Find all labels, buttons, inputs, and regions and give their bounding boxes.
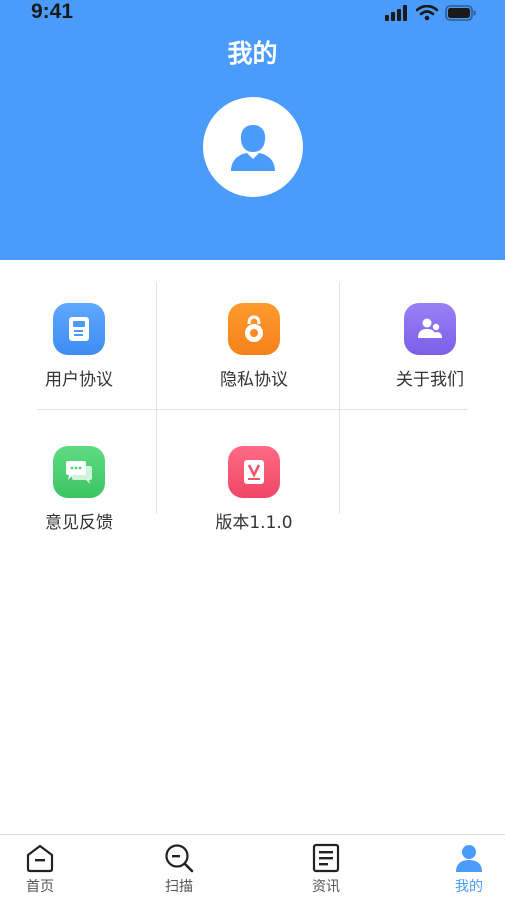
profile-header: 9:41 我的 xyxy=(0,0,505,260)
tab-label: 我的 xyxy=(455,879,483,895)
tab-label: 扫描 xyxy=(165,879,193,895)
grid-item-feedback[interactable]: 意见反馈 xyxy=(19,446,139,533)
grid-item-label: 版本1.1.0 xyxy=(215,513,293,533)
grid-item-user-agreement[interactable]: 用户协议 xyxy=(19,303,139,390)
profile-icon xyxy=(456,845,482,872)
status-bar: 9:41 xyxy=(0,0,505,28)
grid-item-version[interactable]: 版本1.1.0 xyxy=(194,446,314,533)
page-title: 我的 xyxy=(227,39,278,68)
grid-item-privacy-agreement[interactable]: 隐私协议 xyxy=(194,303,314,390)
version-icon-tile xyxy=(228,446,280,498)
scan-icon xyxy=(165,844,194,873)
home-icon xyxy=(26,844,54,873)
divider xyxy=(156,282,157,514)
document-icon xyxy=(69,317,89,341)
grid-item-label: 用户协议 xyxy=(45,370,113,390)
about-icon-tile xyxy=(404,303,456,355)
status-icons xyxy=(385,5,477,21)
feature-grid: 用户协议 隐私协议 关于我们 意见反馈 版本1.1.0 xyxy=(0,282,505,533)
grid-item-label: 意见反馈 xyxy=(45,513,113,533)
tab-bar: 首页 扫描 资讯 我的 xyxy=(0,834,505,900)
feedback-icon-tile xyxy=(53,446,105,498)
tab-label: 首页 xyxy=(26,879,54,895)
user-agreement-icon-tile xyxy=(53,303,105,355)
status-time: 9:41 xyxy=(31,0,74,23)
news-icon xyxy=(312,843,340,873)
people-icon xyxy=(418,318,442,338)
signal-icon xyxy=(385,5,407,21)
divider xyxy=(37,409,468,410)
tab-home[interactable]: 首页 xyxy=(0,843,80,896)
privacy-lock-icon xyxy=(245,315,263,342)
tab-profile[interactable]: 我的 xyxy=(429,843,505,896)
tab-label: 资讯 xyxy=(312,879,340,895)
grid-item-label: 隐私协议 xyxy=(220,370,288,390)
tab-news[interactable]: 资讯 xyxy=(286,843,366,896)
divider xyxy=(339,282,340,514)
grid-item-about-us[interactable]: 关于我们 xyxy=(370,303,490,390)
battery-icon xyxy=(445,5,476,21)
user-avatar-icon xyxy=(231,125,275,171)
tab-scan[interactable]: 扫描 xyxy=(139,843,219,896)
version-icon xyxy=(244,460,264,484)
avatar[interactable] xyxy=(203,97,303,197)
chat-icon xyxy=(66,461,92,484)
grid-item-label: 关于我们 xyxy=(396,370,464,390)
privacy-icon-tile xyxy=(228,303,280,355)
wifi-icon xyxy=(416,5,438,21)
